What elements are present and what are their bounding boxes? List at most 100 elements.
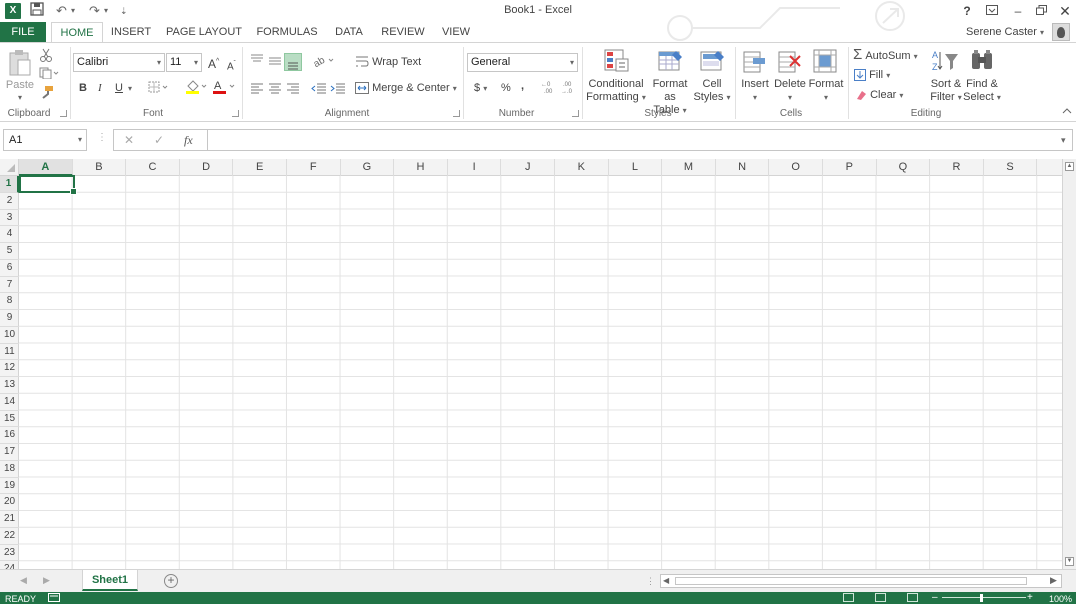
increase-indent-icon[interactable]	[330, 83, 346, 98]
underline-dropdown-icon[interactable]: ▾	[128, 81, 132, 96]
column-header[interactable]: F	[287, 159, 341, 176]
column-header[interactable]: B	[73, 159, 127, 176]
restore-icon[interactable]	[1031, 2, 1051, 20]
scroll-down-icon[interactable]: ▼	[1065, 557, 1074, 566]
horizontal-scroll-thumb[interactable]	[675, 577, 1027, 585]
column-header[interactable]: S	[984, 159, 1038, 176]
enter-icon[interactable]: ✓	[154, 133, 164, 147]
ribbon-display-options-icon[interactable]	[982, 2, 1002, 20]
scroll-up-icon[interactable]: ▲	[1065, 162, 1074, 171]
sheet-tab[interactable]: Sheet1	[82, 570, 138, 591]
decrease-indent-icon[interactable]	[311, 83, 327, 98]
percent-button[interactable]: %	[501, 81, 511, 95]
paste-icon[interactable]	[8, 49, 32, 80]
cell-area[interactable]	[19, 176, 1062, 569]
tab-file[interactable]: FILE	[0, 22, 46, 43]
row-header[interactable]: 21	[0, 511, 19, 528]
help-button[interactable]: ?	[957, 2, 977, 20]
page-layout-view-icon[interactable]	[875, 593, 886, 602]
tab-insert[interactable]: INSERT	[108, 22, 154, 43]
align-center-icon[interactable]	[268, 83, 282, 98]
delete-cells-icon[interactable]	[778, 51, 802, 76]
expand-formula-bar-icon[interactable]: ▾	[1061, 135, 1066, 146]
worksheet-grid[interactable]: ABCDEFGHIJKLMNOPQRS 1 2 3 4 5 6 7 8 9 10 11 12 13 14 1…	[0, 159, 1062, 569]
scroll-right-icon[interactable]: ▶	[1050, 575, 1057, 586]
row-header[interactable]: 20	[0, 494, 19, 511]
bottom-align-icon[interactable]	[284, 53, 302, 71]
paste-dropdown-icon[interactable]: ▾	[14, 91, 26, 104]
tab-data[interactable]: DATA	[331, 22, 367, 43]
column-header[interactable]: K	[555, 159, 609, 176]
user-avatar[interactable]	[1052, 23, 1070, 41]
row-header[interactable]: 1	[0, 176, 19, 193]
scroll-left-icon[interactable]: ◀	[663, 576, 669, 585]
merge-center-button[interactable]: Merge & Center ▾	[355, 81, 457, 96]
row-header[interactable]: 9	[0, 310, 19, 327]
row-header[interactable]: 6	[0, 260, 19, 277]
collapse-ribbon-icon[interactable]	[1062, 106, 1072, 118]
format-painter-icon[interactable]	[40, 85, 54, 102]
tab-formulas[interactable]: FORMULAS	[254, 22, 320, 43]
clipboard-dialog-launcher[interactable]	[60, 110, 67, 117]
column-header[interactable]: H	[394, 159, 448, 176]
zoom-in-icon[interactable]: +	[1027, 592, 1033, 604]
column-header[interactable]: Q	[877, 159, 931, 176]
format-cells-label[interactable]: Format ▾	[808, 78, 844, 104]
row-header[interactable]: 18	[0, 461, 19, 478]
row-header[interactable]: 19	[0, 478, 19, 495]
underline-button[interactable]: U	[115, 81, 123, 95]
column-header[interactable]: I	[448, 159, 502, 176]
row-header[interactable]: 4	[0, 226, 19, 243]
row-header[interactable]: 24	[0, 561, 19, 569]
normal-view-icon[interactable]	[843, 593, 854, 602]
name-box[interactable]: A1 ▾	[3, 129, 87, 151]
font-size-select[interactable]: 11 ▾	[166, 53, 202, 72]
font-dialog-launcher[interactable]	[232, 110, 239, 117]
find-select-label[interactable]: Find & Select ▾	[963, 78, 1001, 104]
currency-button[interactable]: $ ▾	[474, 81, 487, 96]
conditional-formatting-label[interactable]: Conditional Formatting ▾	[586, 78, 646, 104]
column-header[interactable]: A	[19, 159, 73, 176]
row-header[interactable]: 10	[0, 327, 19, 344]
increase-decimal-icon[interactable]: ←0.00	[541, 80, 557, 97]
middle-align-icon[interactable]	[268, 57, 282, 72]
row-header[interactable]: 12	[0, 360, 19, 377]
bold-button[interactable]: B	[79, 81, 87, 95]
number-format-select[interactable]: General ▾	[467, 53, 578, 72]
zoom-slider[interactable]	[942, 597, 1026, 598]
borders-icon[interactable]	[148, 81, 170, 96]
cancel-icon[interactable]: ✕	[124, 133, 134, 147]
fill-button[interactable]: Fill ▾	[854, 68, 890, 83]
font-color-icon[interactable]: A	[212, 79, 238, 98]
insert-cells-icon[interactable]	[743, 51, 767, 76]
align-right-icon[interactable]	[286, 83, 300, 98]
tab-home[interactable]: HOME	[51, 22, 103, 43]
column-header[interactable]: D	[180, 159, 234, 176]
cell-styles-label[interactable]: Cell Styles ▾	[692, 78, 732, 104]
tab-review[interactable]: REVIEW	[381, 22, 425, 43]
column-header[interactable]: L	[609, 159, 663, 176]
align-left-icon[interactable]	[250, 83, 264, 98]
row-header[interactable]: 8	[0, 293, 19, 310]
top-align-icon[interactable]	[250, 54, 264, 69]
format-as-table-icon[interactable]	[658, 49, 684, 76]
row-header[interactable]: 17	[0, 444, 19, 461]
column-header[interactable]: N	[716, 159, 770, 176]
zoom-slider-thumb[interactable]	[980, 594, 983, 602]
insert-function-icon[interactable]: fx	[184, 133, 193, 148]
next-sheet-icon[interactable]: ▶	[43, 575, 50, 586]
row-header[interactable]: 15	[0, 411, 19, 428]
vertical-scrollbar[interactable]: ▲ ▼	[1062, 159, 1076, 569]
column-header[interactable]: M	[662, 159, 716, 176]
column-header[interactable]: C	[126, 159, 180, 176]
active-cell[interactable]	[19, 175, 77, 195]
conditional-formatting-icon[interactable]	[604, 49, 630, 76]
row-header[interactable]: 5	[0, 243, 19, 260]
wrap-text-button[interactable]: Wrap Text	[355, 55, 421, 69]
cell-styles-icon[interactable]	[700, 49, 726, 76]
column-header[interactable]: R	[930, 159, 984, 176]
font-name-select[interactable]: Calibri ▾	[73, 53, 165, 72]
column-header[interactable]: E	[233, 159, 287, 176]
row-header[interactable]: 3	[0, 210, 19, 227]
autosum-button[interactable]: Σ AutoSum ▾	[853, 47, 918, 64]
